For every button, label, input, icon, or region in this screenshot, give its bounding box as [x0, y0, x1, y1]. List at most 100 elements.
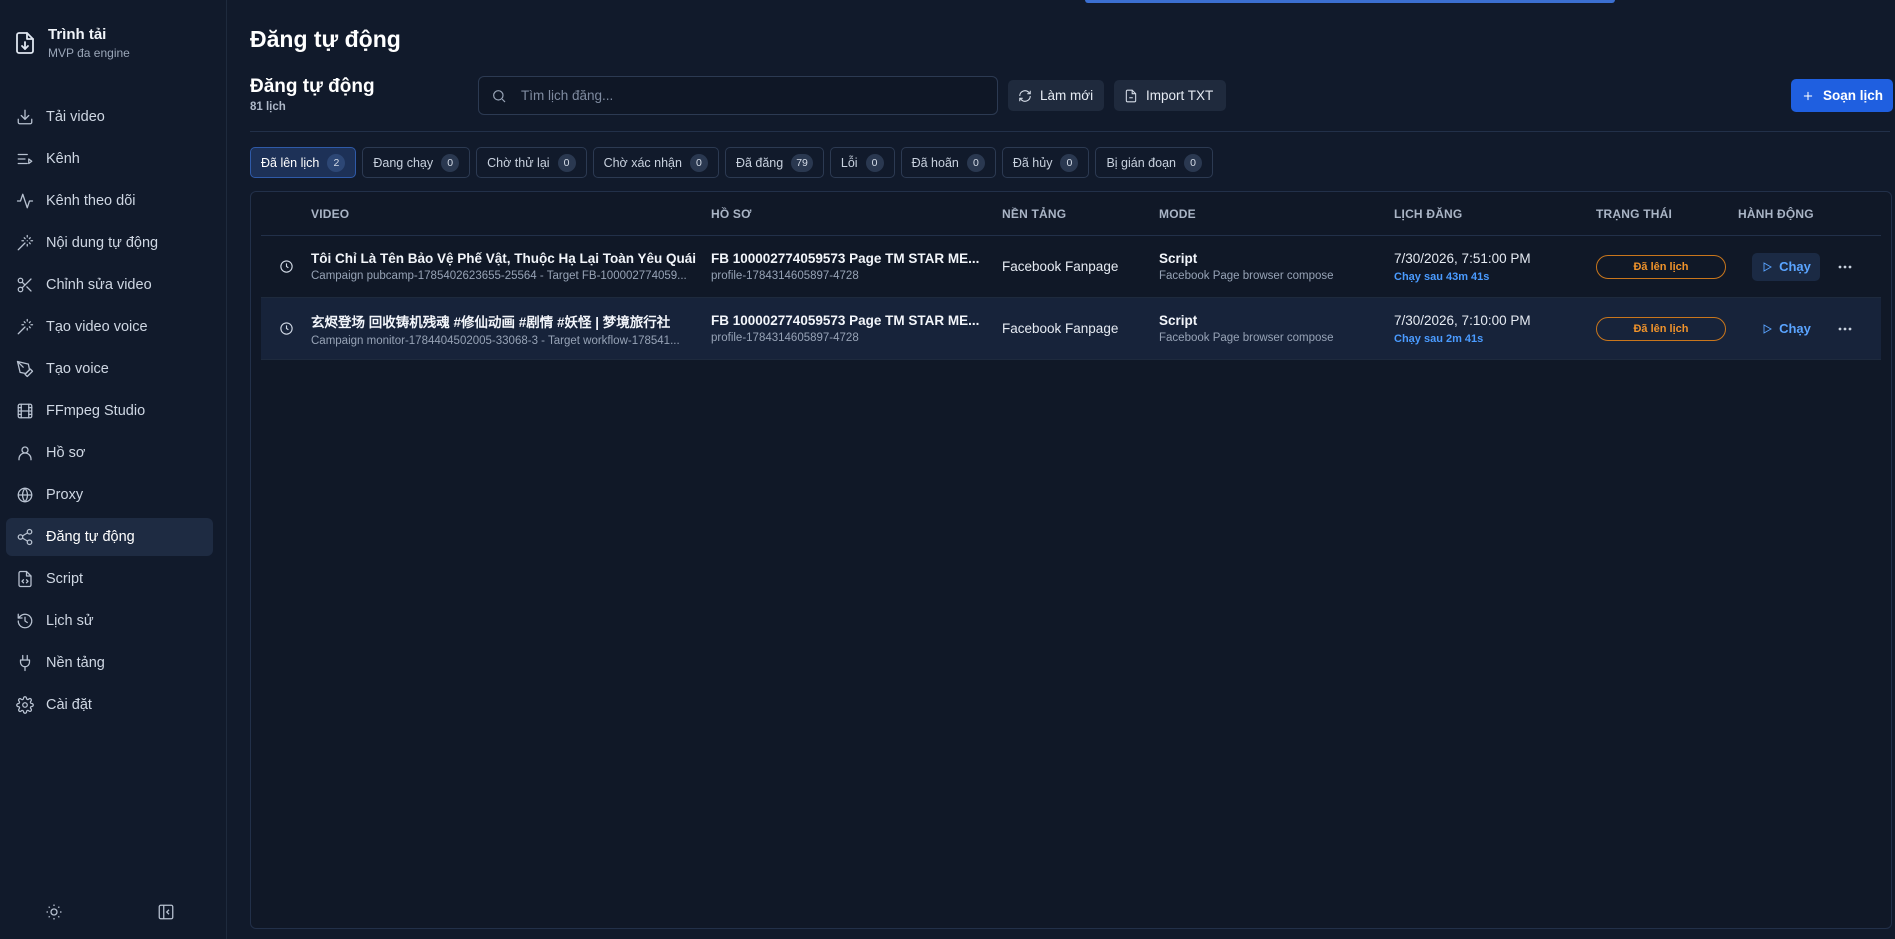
tab-loi[interactable]: Lỗi 0 [829, 147, 895, 178]
tab-label: Đã hoãn [911, 155, 959, 170]
sidebar-item-label: Kênh theo dõi [46, 193, 136, 209]
sidebar-item-tao-voice[interactable]: Tạo voice [6, 350, 213, 388]
sidebar-bottom [45, 903, 175, 926]
sidebar-item-script[interactable]: Script [6, 560, 213, 598]
sidebar-item-noi-dung-tu-dong[interactable]: Nội dung tự động [6, 224, 213, 262]
table-row[interactable]: Tôi Chỉ Là Tên Bảo Vệ Phế Vật, Thuộc Hạ … [261, 236, 1881, 298]
brand: Trình tải MVP đa engine [14, 26, 130, 60]
run-button[interactable]: Chạy [1752, 252, 1820, 281]
clock-icon [279, 260, 293, 273]
table-row[interactable]: 玄烬登场 回收铸机残魂 #修仙动画 #剧情 #妖怪 | 梦境旅行社 Campai… [261, 298, 1881, 360]
import-txt-button[interactable]: Import TXT [1114, 80, 1226, 111]
profile-id: profile-1784314605897-4728 [711, 332, 859, 344]
tab-label: Bị gián đoạn [1106, 155, 1176, 170]
tab-count: 2 [327, 153, 346, 172]
more-options-icon[interactable] [1836, 258, 1854, 276]
download-icon [17, 109, 33, 125]
sidebar-item-label: Chỉnh sửa video [46, 277, 152, 293]
plug-icon [19, 654, 31, 672]
tab-count: 79 [791, 153, 813, 172]
film-icon [17, 403, 33, 419]
tab-da-dang[interactable]: Đã đăng 79 [724, 147, 824, 178]
user-icon [18, 446, 32, 461]
play-icon [1763, 323, 1773, 334]
list-icon [17, 153, 33, 165]
sidebar-item-label: Tạo voice [46, 361, 109, 377]
magic-wand-icon [17, 318, 34, 335]
sidebar-item-nen-tang[interactable]: Nền tảng [6, 644, 213, 682]
scissors-icon [17, 277, 32, 293]
page-title: Đăng tự động [250, 26, 401, 52]
file-import-icon [1125, 89, 1137, 102]
top-decoration-bar [1085, 0, 1615, 3]
tab-label: Chờ xác nhận [603, 155, 682, 170]
sidebar-nav: Tải video Kênh Kênh theo dõi Nội dung tự… [6, 98, 213, 728]
sidebar-item-tao-video-voice[interactable]: Tạo video voice [6, 308, 213, 346]
sidebar-collapse-icon[interactable] [157, 903, 175, 926]
tab-cho-thu-lai[interactable]: Chờ thử lại 0 [476, 147, 587, 178]
sidebar-item-proxy[interactable]: Proxy [6, 476, 213, 514]
tab-dang-chay[interactable]: Đang chạy 0 [362, 147, 471, 178]
column-header-status: TRẠNG THÁI [1596, 206, 1672, 221]
sidebar-item-chinh-sua-video[interactable]: Chỉnh sửa video [6, 266, 213, 304]
sidebar-item-label: FFmpeg Studio [46, 403, 146, 419]
sidebar-item-kenh-theo-doi[interactable]: Kênh theo dõi [6, 182, 213, 220]
schedule-time: 7/30/2026, 7:10:00 PM [1394, 312, 1531, 328]
sidebar-item-label: Kênh [46, 151, 80, 167]
sidebar-item-tai-video[interactable]: Tải video [6, 98, 213, 136]
tab-count: 0 [1060, 153, 1079, 172]
section-title: Đăng tự động [250, 76, 375, 97]
tab-cho-xac-nhan[interactable]: Chờ xác nhận 0 [592, 147, 719, 178]
table-header: VIDEO HỒ SƠ NỀN TẢNG MODE LỊCH ĐĂNG TRẠN… [261, 192, 1881, 236]
schedule-countdown: Chạy sau 43m 41s [1394, 270, 1490, 283]
sidebar-item-label: Tạo video voice [46, 319, 148, 335]
video-campaign: Campaign pubcamp-1785402623655-25564 - T… [311, 270, 687, 282]
sidebar-item-cai-dat[interactable]: Cài đặt [6, 686, 213, 724]
sidebar-item-lich-su[interactable]: Lịch sử [6, 602, 213, 640]
sidebar-item-label: Cài đặt [46, 697, 92, 713]
tab-label: Đang chạy [373, 155, 434, 170]
mode-detail: Facebook Page browser compose [1159, 270, 1334, 282]
profile-name: FB 100002774059573 Page TM STAR ME... [711, 251, 980, 266]
run-button[interactable]: Chạy [1752, 315, 1820, 343]
compose-schedule-button[interactable]: Soạn lịch [1791, 79, 1893, 112]
tab-count: 0 [441, 153, 460, 172]
tab-label: Đã hủy [1012, 155, 1053, 170]
import-label: Import TXT [1146, 88, 1214, 103]
tab-da-huy[interactable]: Đã hủy 0 [1001, 147, 1090, 178]
tab-da-hoan[interactable]: Đã hoãn 0 [900, 147, 996, 178]
status-tabs: Đã lên lịch 2 Đang chạy 0 Chờ thử lại 0 Chờ… [250, 147, 1219, 178]
sidebar-item-kenh[interactable]: Kênh [6, 140, 213, 178]
profile-id: profile-1784314605897-4728 [711, 270, 859, 282]
schedule-table: VIDEO HỒ SƠ NỀN TẢNG MODE LỊCH ĐĂNG TRẠN… [250, 191, 1892, 929]
more-options-icon[interactable] [1836, 320, 1854, 338]
sun-icon[interactable] [45, 903, 63, 926]
tab-count: 0 [865, 153, 884, 172]
refresh-label: Làm mới [1040, 88, 1094, 103]
status-badge: Đã lên lịch [1596, 254, 1726, 279]
gear-icon [16, 696, 34, 714]
tab-label: Lỗi [840, 155, 858, 170]
activity-icon [16, 193, 34, 209]
sidebar-item-label: Tải video [46, 109, 105, 125]
tab-da-len-lich[interactable]: Đã lên lịch 2 [250, 147, 357, 178]
schedule-time: 7/30/2026, 7:51:00 PM [1394, 250, 1531, 266]
refresh-button[interactable]: Làm mới [1008, 80, 1104, 111]
search-input[interactable] [521, 88, 981, 103]
globe-icon [17, 487, 33, 503]
sidebar-item-label: Nội dung tự động [46, 235, 159, 251]
share-icon [17, 528, 33, 546]
history-icon [17, 613, 33, 629]
column-header-action: HÀNH ĐỘNG [1738, 206, 1814, 221]
schedule-count: 81 lịch [250, 101, 286, 113]
tab-bi-gian-doan[interactable]: Bị gián đoạn 0 [1095, 147, 1213, 178]
brand-title: Trình tải [48, 26, 107, 43]
sidebar-item-ffmpeg-studio[interactable]: FFmpeg Studio [6, 392, 213, 430]
play-icon [1763, 261, 1773, 272]
mode-detail: Facebook Page browser compose [1159, 332, 1334, 344]
video-campaign: Campaign monitor-1784404502005-33068-3 -… [311, 334, 680, 347]
sidebar-item-ho-so[interactable]: Hồ sơ [6, 434, 213, 472]
sidebar-item-dang-tu-dong[interactable]: Đăng tự động [6, 518, 213, 556]
tab-count: 0 [966, 153, 985, 172]
search-icon [493, 89, 506, 102]
